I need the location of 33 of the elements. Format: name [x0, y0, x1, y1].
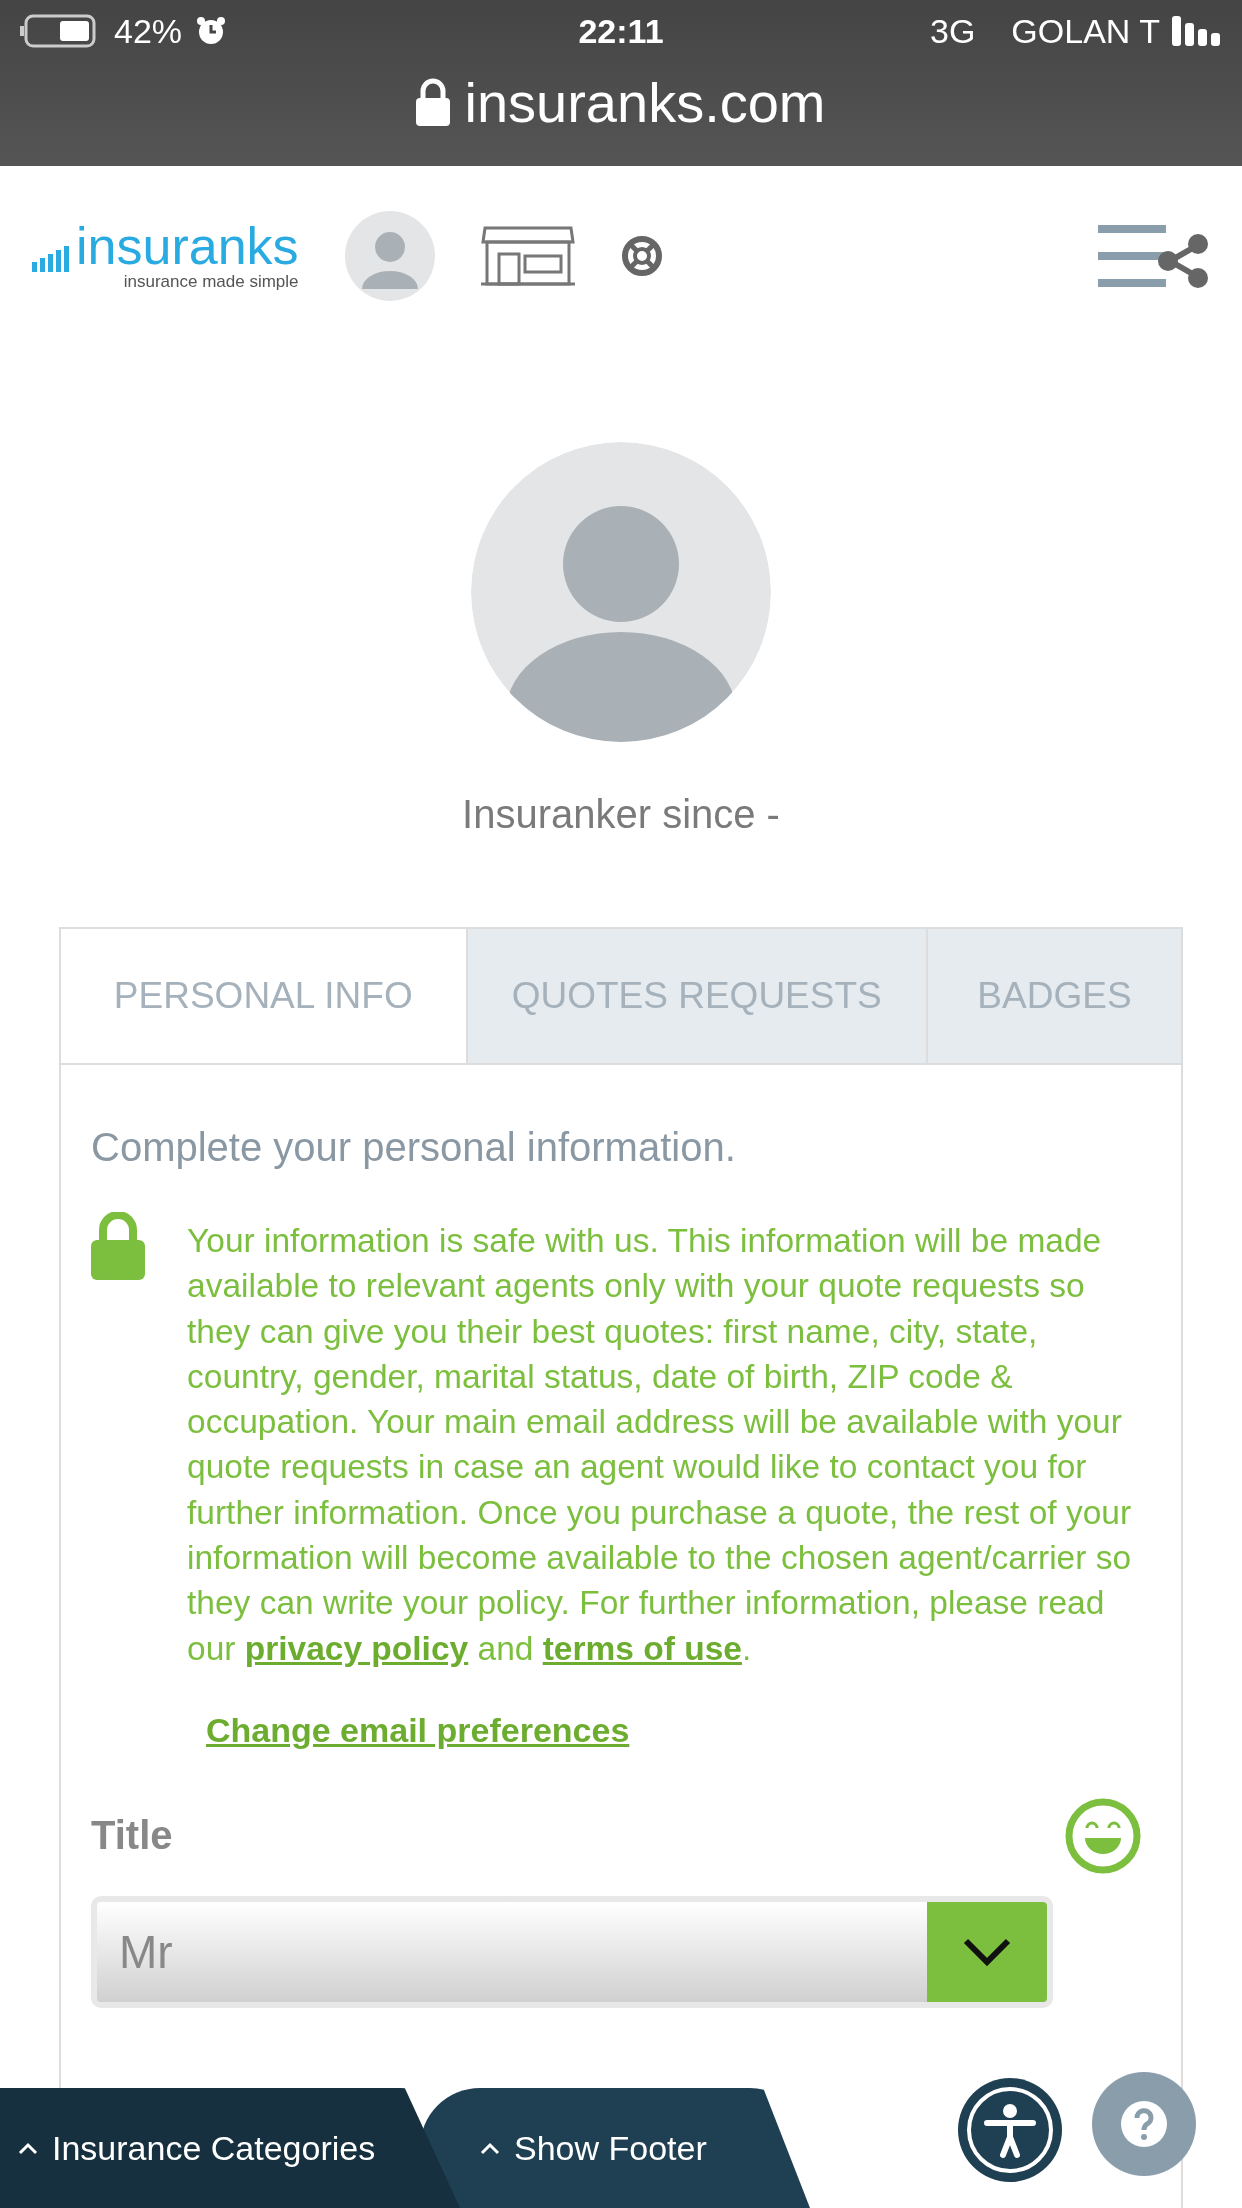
network-type: 3G	[930, 11, 976, 51]
menu-icon[interactable]	[1098, 225, 1166, 287]
logo-wordmark[interactable]: insuranks	[76, 220, 299, 272]
clock-time: 22:11	[578, 11, 664, 51]
profile-tab[interactable]: QUOTES REQUESTS	[465, 929, 926, 1065]
email-preferences-link[interactable]: Change email preferences	[206, 1710, 630, 1750]
chevron-up-icon	[480, 2141, 500, 2155]
battery-percent: 42%	[114, 11, 183, 51]
profile-tab[interactable]: BADGES	[925, 929, 1181, 1065]
intro-text: Complete your personal information.	[91, 1125, 737, 1170]
signal-icon	[1172, 16, 1222, 46]
logo-bars-icon	[32, 246, 70, 272]
share-icon[interactable]	[1156, 233, 1210, 289]
lock-icon	[91, 1212, 145, 1280]
logo-tagline: insurance made simple	[123, 272, 299, 292]
title-select[interactable]: Mr	[91, 1895, 1053, 2008]
lifebuoy-icon[interactable]	[620, 235, 663, 277]
smiley-icon	[1065, 1797, 1141, 1874]
page-url[interactable]: insuranks.com	[464, 69, 826, 135]
accessibility-icon	[965, 2085, 1055, 2175]
lock-icon	[416, 78, 451, 126]
chevron-down-icon	[962, 1936, 1012, 1967]
footer-tab[interactable]: Insurance Categories	[0, 2088, 460, 2208]
chevron-up-icon	[18, 2141, 38, 2155]
notice-link[interactable]: privacy policy	[244, 1629, 469, 1667]
privacy-notice: Your information is safe with us. This information will be made available to relevant agents only with your quote requests so they can give you their best quotes: first name, city, state, country, gender, marital status, date of birth, ZIP code & occupation. Your main email address will be available with your quote requests in case an agent would like to contact you for further information. Once you purchase a quote, the rest of your information will become available to the chosen agent/carrier so they can write your policy. For further information, please read our privacy policy and terms of use.	[187, 1221, 1133, 1669]
title-label: Title	[91, 1813, 173, 1859]
member-since: Insuranker since -	[462, 792, 780, 837]
notice-link[interactable]: terms of use	[542, 1629, 742, 1667]
question-icon	[1120, 2100, 1168, 2148]
storefront-icon[interactable]	[480, 226, 575, 286]
carrier-name: GOLAN T	[1011, 11, 1160, 51]
alarm-clock-icon	[196, 16, 227, 46]
